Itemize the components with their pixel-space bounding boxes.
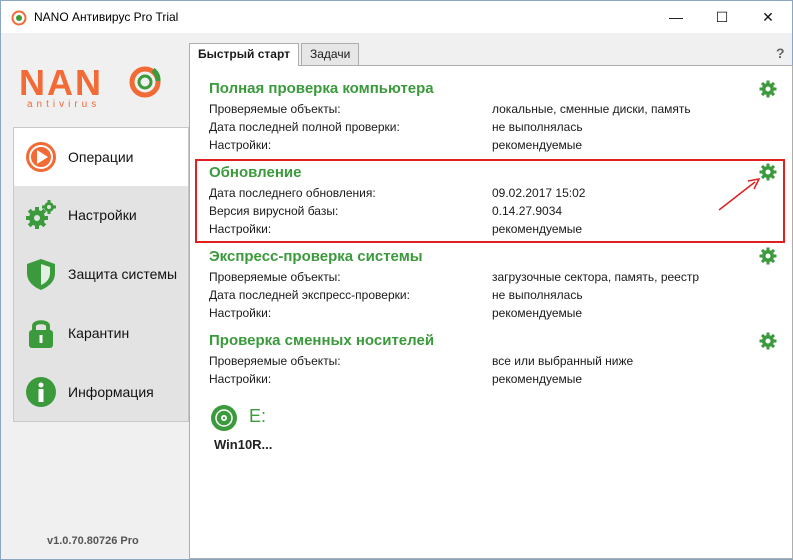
row-label: Настройки:: [209, 372, 272, 386]
removable-media-settings-gear-icon[interactable]: [759, 332, 777, 350]
full-scan-settings-gear-icon[interactable]: [759, 80, 777, 98]
row-value: локальные, сменные диски, память: [492, 102, 691, 116]
annotation-arrow-icon: [718, 177, 761, 211]
row-value: рекомендуемые: [492, 372, 583, 386]
close-button[interactable]: ✕: [745, 1, 791, 33]
row-label: Проверяемые объекты:: [209, 270, 341, 284]
shield-icon: [27, 259, 55, 290]
annotation-highlight-box: [195, 159, 785, 243]
info-row: Дата последней экспресс-проверки: не выпо…: [209, 288, 779, 306]
svg-text:NAN: NAN: [19, 62, 103, 103]
drive-name: Win10R...: [214, 437, 273, 452]
row-label: Настройки:: [209, 138, 272, 152]
row-label: Проверяемые объекты:: [209, 354, 341, 368]
express-scan-section: Экспресс-проверка системы Проверяемые об…: [209, 248, 779, 324]
row-label: Настройки:: [209, 306, 272, 320]
row-label: Проверяемые объекты:: [209, 102, 341, 116]
help-button[interactable]: ?: [776, 45, 785, 61]
sidebar-item-settings[interactable]: Настройки: [14, 186, 188, 244]
sidebar-item-label: Карантин: [68, 325, 130, 341]
row-label: Дата последней полной проверки:: [209, 120, 400, 134]
tab-tasks[interactable]: Задачи: [301, 43, 360, 65]
gears-icon: [26, 200, 56, 229]
full-scan-section: Полная проверка компьютера Проверяемые о…: [209, 80, 779, 156]
nano-app-icon: [11, 10, 27, 26]
sidebar-item-label: Защита системы: [68, 266, 178, 282]
sidebar: Операции Настройки Защита системы Карант…: [13, 127, 189, 422]
drive-letter: E:: [249, 406, 267, 426]
sidebar-item-label: Операции: [68, 149, 134, 165]
title-bar[interactable]: NANO Антивирус Pro Trial — ☐ ✕: [1, 1, 792, 33]
info-row: Проверяемые объекты: все или выбранный ни…: [209, 354, 779, 372]
sidebar-item-operations[interactable]: Операции: [14, 128, 188, 186]
row-label: Дата последней экспресс-проверки:: [209, 288, 410, 302]
info-row: Настройки: рекомендуемые: [209, 306, 779, 324]
maximize-button[interactable]: ☐: [699, 1, 745, 33]
row-value: не выполнялась: [492, 288, 583, 302]
sidebar-item-quarantine[interactable]: Карантин: [14, 304, 188, 362]
version-label: v1.0.70.80726 Pro: [47, 535, 139, 547]
disc-drive-icon: [211, 405, 237, 431]
sidebar-item-label: Информация: [68, 384, 154, 400]
row-value: не выполнялась: [492, 120, 583, 134]
window-title: NANO Антивирус Pro Trial: [34, 10, 179, 24]
nano-antivirus-logo: NAN antivirus: [19, 62, 161, 110]
update-settings-gear-icon[interactable]: [759, 163, 777, 181]
tab-bar: Быстрый старт Задачи: [189, 43, 361, 66]
row-value: рекомендуемые: [492, 138, 583, 152]
minimize-button[interactable]: —: [653, 1, 699, 33]
svg-text:antivirus: antivirus: [27, 99, 100, 110]
info-row: Проверяемые объекты: загрузочные сектора,…: [209, 270, 779, 288]
removable-media-link[interactable]: Проверка сменных носителей: [209, 332, 779, 354]
sidebar-item-information[interactable]: Информация: [14, 363, 188, 421]
express-scan-link[interactable]: Экспресс-проверка системы: [209, 248, 779, 270]
info-row: Дата последней полной проверки: не выполн…: [209, 120, 779, 138]
row-value: рекомендуемые: [492, 306, 583, 320]
info-icon: [26, 377, 56, 407]
info-row: Проверяемые объекты: локальные, сменные д…: [209, 102, 779, 120]
full-scan-link[interactable]: Полная проверка компьютера: [209, 80, 779, 102]
info-row: Настройки: рекомендуемые: [209, 372, 779, 390]
tab-quick-start[interactable]: Быстрый старт: [189, 43, 299, 66]
app-window: NANO Антивирус Pro Trial — ☐ ✕ NAN antiv…: [0, 0, 793, 560]
row-value: все или выбранный ниже: [492, 354, 634, 368]
sidebar-item-label: Настройки: [68, 207, 137, 223]
express-scan-settings-gear-icon[interactable]: [759, 247, 777, 265]
lock-icon: [29, 320, 53, 348]
removable-media-section: Проверка сменных носителей Проверяемые о…: [209, 332, 779, 390]
info-row: Настройки: рекомендуемые: [209, 138, 779, 156]
sidebar-item-system-protection[interactable]: Защита системы: [14, 245, 188, 303]
play-circle-icon: [26, 142, 56, 172]
quick-start-panel: Полная проверка компьютера Проверяемые о…: [189, 65, 793, 559]
row-value: загрузочные сектора, память, реестр: [492, 270, 700, 284]
